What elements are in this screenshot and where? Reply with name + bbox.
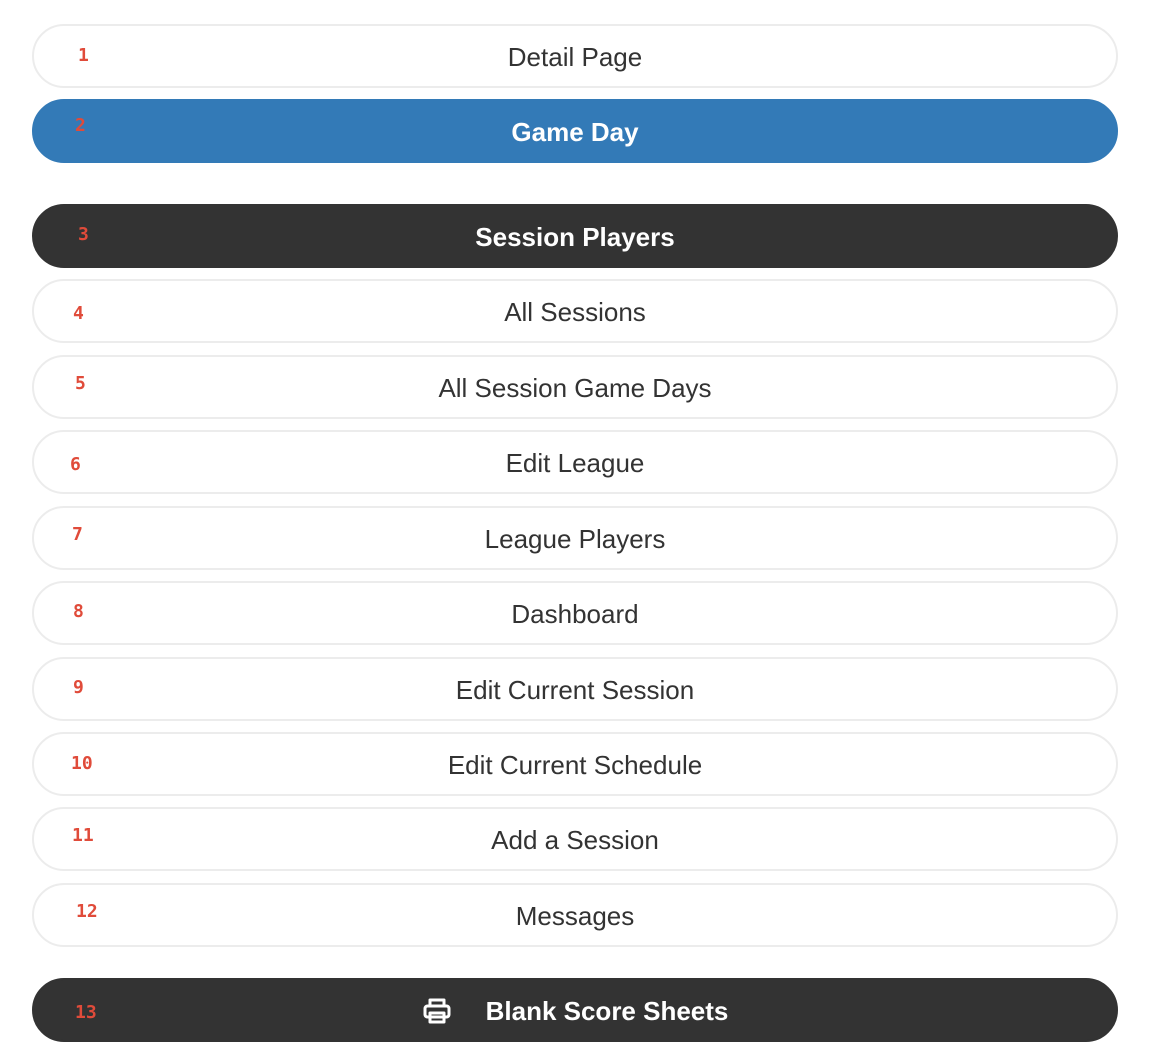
edit-league-label: Edit League: [505, 447, 645, 478]
all-session-game-days-button[interactable]: All Session Game Days: [32, 355, 1118, 419]
all-sessions-button[interactable]: All Sessions: [32, 279, 1118, 343]
edit-current-session-label: Edit Current Session: [455, 674, 695, 705]
marker-8: 8: [73, 601, 84, 622]
all-sessions-label: All Sessions: [504, 296, 646, 327]
add-a-session-button[interactable]: Add a Session: [32, 807, 1118, 871]
marker-10: 10: [71, 753, 93, 774]
blank-score-sheets-button[interactable]: Blank Score Sheets: [32, 978, 1118, 1042]
dashboard-label: Dashboard: [511, 598, 639, 629]
marker-12: 12: [76, 901, 98, 922]
detail-page-button[interactable]: Detail Page: [32, 24, 1118, 88]
marker-11: 11: [72, 825, 94, 846]
messages-button[interactable]: Messages: [32, 883, 1118, 947]
dashboard-button[interactable]: Dashboard: [32, 581, 1118, 645]
edit-current-schedule-button[interactable]: Edit Current Schedule: [32, 732, 1118, 796]
session-players-button[interactable]: Session Players: [32, 204, 1118, 268]
marker-3: 3: [78, 224, 89, 245]
session-players-label: Session Players: [475, 221, 675, 252]
marker-13: 13: [75, 1002, 97, 1023]
marker-2: 2: [75, 115, 86, 136]
messages-label: Messages: [515, 900, 635, 931]
league-players-label: League Players: [484, 523, 666, 554]
marker-6: 6: [70, 454, 81, 475]
marker-7: 7: [72, 524, 83, 545]
blank-score-sheets-label: Blank Score Sheets: [485, 995, 729, 1026]
all-session-game-days-label: All Session Game Days: [438, 372, 712, 403]
marker-1: 1: [78, 45, 89, 66]
game-day-button[interactable]: Game Day: [32, 99, 1118, 163]
edit-current-session-button[interactable]: Edit Current Session: [32, 657, 1118, 721]
detail-page-label: Detail Page: [507, 41, 643, 72]
game-day-label: Game Day: [511, 116, 639, 147]
marker-4: 4: [73, 303, 84, 324]
print-icon: [422, 997, 452, 1025]
add-a-session-label: Add a Session: [491, 824, 659, 855]
marker-9: 9: [73, 677, 84, 698]
league-players-button[interactable]: League Players: [32, 506, 1118, 570]
marker-5: 5: [75, 373, 86, 394]
edit-league-button[interactable]: Edit League: [32, 430, 1118, 494]
edit-current-schedule-label: Edit Current Schedule: [447, 749, 703, 780]
